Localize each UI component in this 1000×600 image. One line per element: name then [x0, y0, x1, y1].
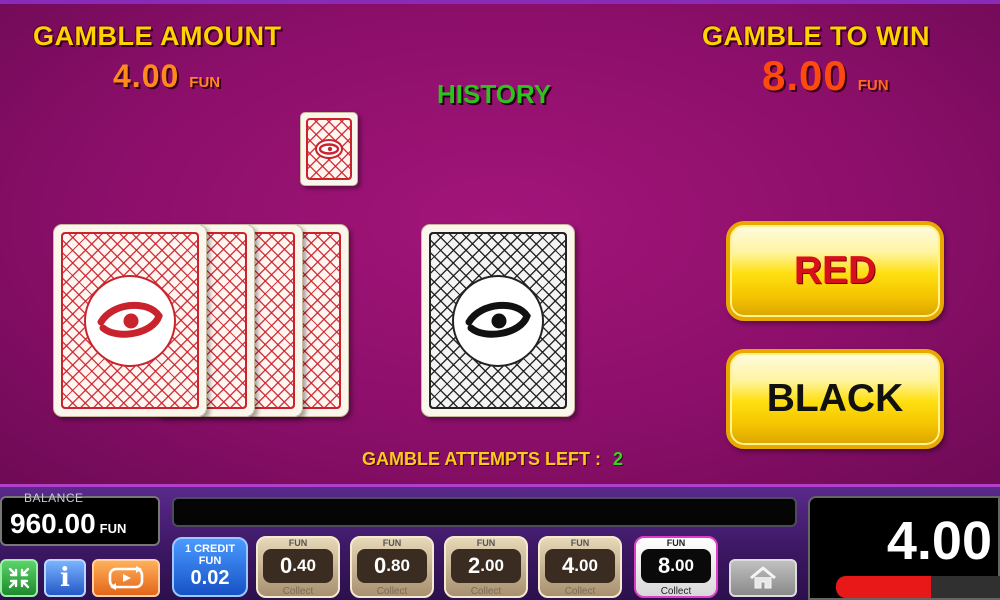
- bet-collect-label: Collect: [660, 586, 692, 597]
- bet-value-dec: .40: [292, 556, 316, 575]
- home-button[interactable]: [729, 559, 797, 597]
- bet-button[interactable]: FUN 0.40 Collect: [256, 536, 340, 598]
- bet-button-active[interactable]: FUN 8.00 Collect: [634, 536, 718, 598]
- bet-collect-label: Collect: [282, 586, 314, 597]
- credit-currency: FUN: [198, 555, 222, 567]
- credit-value: 0.02: [190, 567, 230, 589]
- gamble-amount-value: 4.00 FUN: [113, 58, 220, 95]
- red-button[interactable]: RED: [726, 221, 944, 321]
- bet-collect-label: Collect: [564, 586, 596, 597]
- autoplay-button[interactable]: [92, 559, 160, 597]
- gamble-amount-label: GAMBLE AMOUNT: [33, 21, 282, 51]
- win-display: 4.00: [808, 496, 1000, 600]
- bet-value-dec: .00: [480, 556, 504, 575]
- gamble-amount-currency: FUN: [189, 74, 221, 91]
- bottom-control-bar: 960.00 FUN BALANCE i 1 CREDIT FUN 0.02 F…: [0, 487, 1000, 600]
- gamble-to-win-label: GAMBLE TO WIN: [702, 21, 930, 51]
- bet-value-dec: .80: [386, 556, 410, 575]
- gamble-attempts-label: GAMBLE ATTEMPTS LEFT :: [362, 449, 601, 469]
- bet-button[interactable]: FUN 2.00 Collect: [444, 536, 528, 598]
- win-value: 4.00: [886, 511, 992, 571]
- bet-currency: FUN: [570, 538, 590, 548]
- gamble-to-win-value: 8.00 FUN: [762, 52, 889, 100]
- bet-value-int: 0: [374, 553, 387, 578]
- eye-emblem-icon: [452, 274, 544, 367]
- gamble-to-win-dec: .00: [786, 52, 848, 99]
- history-label: HISTORY: [437, 79, 552, 109]
- bet-value-dec: .00: [670, 556, 694, 575]
- info-button[interactable]: i: [44, 559, 86, 597]
- bet-value-int: 8: [658, 553, 671, 578]
- bet-button[interactable]: FUN 0.80 Collect: [350, 536, 434, 598]
- balance-label: BALANCE: [24, 491, 84, 505]
- bet-value-dec: .00: [574, 556, 598, 575]
- message-bar: [172, 497, 797, 527]
- eye-emblem-icon: [315, 139, 343, 159]
- fullscreen-icon: [8, 567, 30, 589]
- bet-currency: FUN: [666, 538, 686, 548]
- bet-currency: FUN: [288, 538, 308, 548]
- bet-currency: FUN: [476, 538, 496, 548]
- bet-currency: FUN: [382, 538, 402, 548]
- home-icon: [750, 566, 776, 589]
- black-button[interactable]: BLACK: [726, 349, 944, 449]
- bet-value-int: 2: [468, 553, 481, 578]
- bet-collect-label: Collect: [470, 586, 502, 597]
- dealt-card: [421, 224, 575, 417]
- deck-top-card: [53, 224, 207, 417]
- balance-value: 960.00: [10, 508, 96, 539]
- bet-value-int: 0: [280, 553, 293, 578]
- win-progress-bar: [836, 576, 1000, 598]
- history-card: [300, 112, 358, 186]
- win-progress-fill: [836, 576, 931, 598]
- balance-currency: FUN: [99, 521, 127, 536]
- eye-emblem-icon: [84, 274, 176, 367]
- bet-button[interactable]: FUN 4.00 Collect: [538, 536, 622, 598]
- credit-label: 1 CREDIT: [184, 543, 236, 555]
- gamble-attempts: GAMBLE ATTEMPTS LEFT : 2: [362, 449, 623, 470]
- gamble-area: GAMBLE AMOUNT 4.00 FUN GAMBLE TO WIN 8.00…: [0, 0, 1000, 487]
- info-icon: i: [60, 563, 70, 593]
- game-screen: GAMBLE AMOUNT 4.00 FUN GAMBLE TO WIN 8.00…: [0, 0, 1000, 600]
- bet-value-int: 4: [562, 553, 575, 578]
- autoplay-icon: [108, 566, 144, 590]
- gamble-to-win-int: 8: [762, 52, 787, 99]
- credit-value-selector[interactable]: 1 CREDIT FUN 0.02: [172, 537, 248, 597]
- gamble-amount-int: 4: [113, 58, 132, 94]
- fullscreen-button[interactable]: [0, 559, 38, 597]
- gamble-amount-dec: .00: [131, 58, 180, 94]
- gamble-to-win-currency: FUN: [857, 77, 889, 94]
- gamble-attempts-count: 2: [612, 449, 623, 469]
- bet-collect-label: Collect: [376, 586, 408, 597]
